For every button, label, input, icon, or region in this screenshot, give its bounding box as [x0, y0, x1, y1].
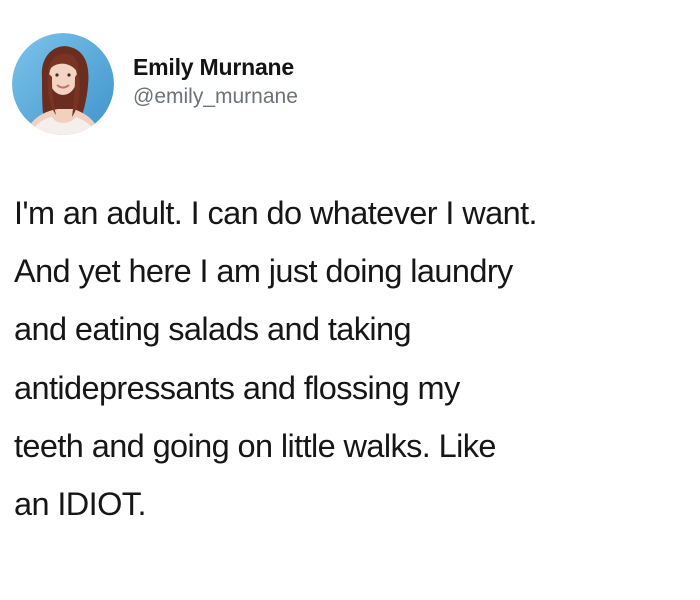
- tweet-text-line: And yet here I am just doing laundry: [14, 253, 513, 290]
- author-handle[interactable]: @emily_murnane: [133, 83, 298, 111]
- tweet-text-line: teeth and going on little walks. Like: [14, 427, 496, 464]
- tweet-text-line: antidepressants and flossing my: [14, 369, 460, 406]
- tweet-text-line: I'm an adult. I can do whatever I want.: [14, 195, 538, 231]
- tweet-text-line: and eating salads and taking: [14, 311, 412, 348]
- author-display-name[interactable]: Emily Murnane: [133, 52, 298, 82]
- tweet-header: Emily Murnane @emily_murnane: [12, 33, 298, 135]
- tweet-card: Emily Murnane @emily_murnane I'm an adul…: [0, 0, 700, 600]
- avatar-photo-icon: [12, 33, 114, 135]
- tweet-text: I'm an adult. I can do whatever I want. …: [14, 184, 698, 533]
- tweet-text-line: an IDIOT.: [14, 486, 146, 523]
- avatar[interactable]: [12, 33, 114, 135]
- author-block: Emily Murnane @emily_murnane: [133, 52, 298, 111]
